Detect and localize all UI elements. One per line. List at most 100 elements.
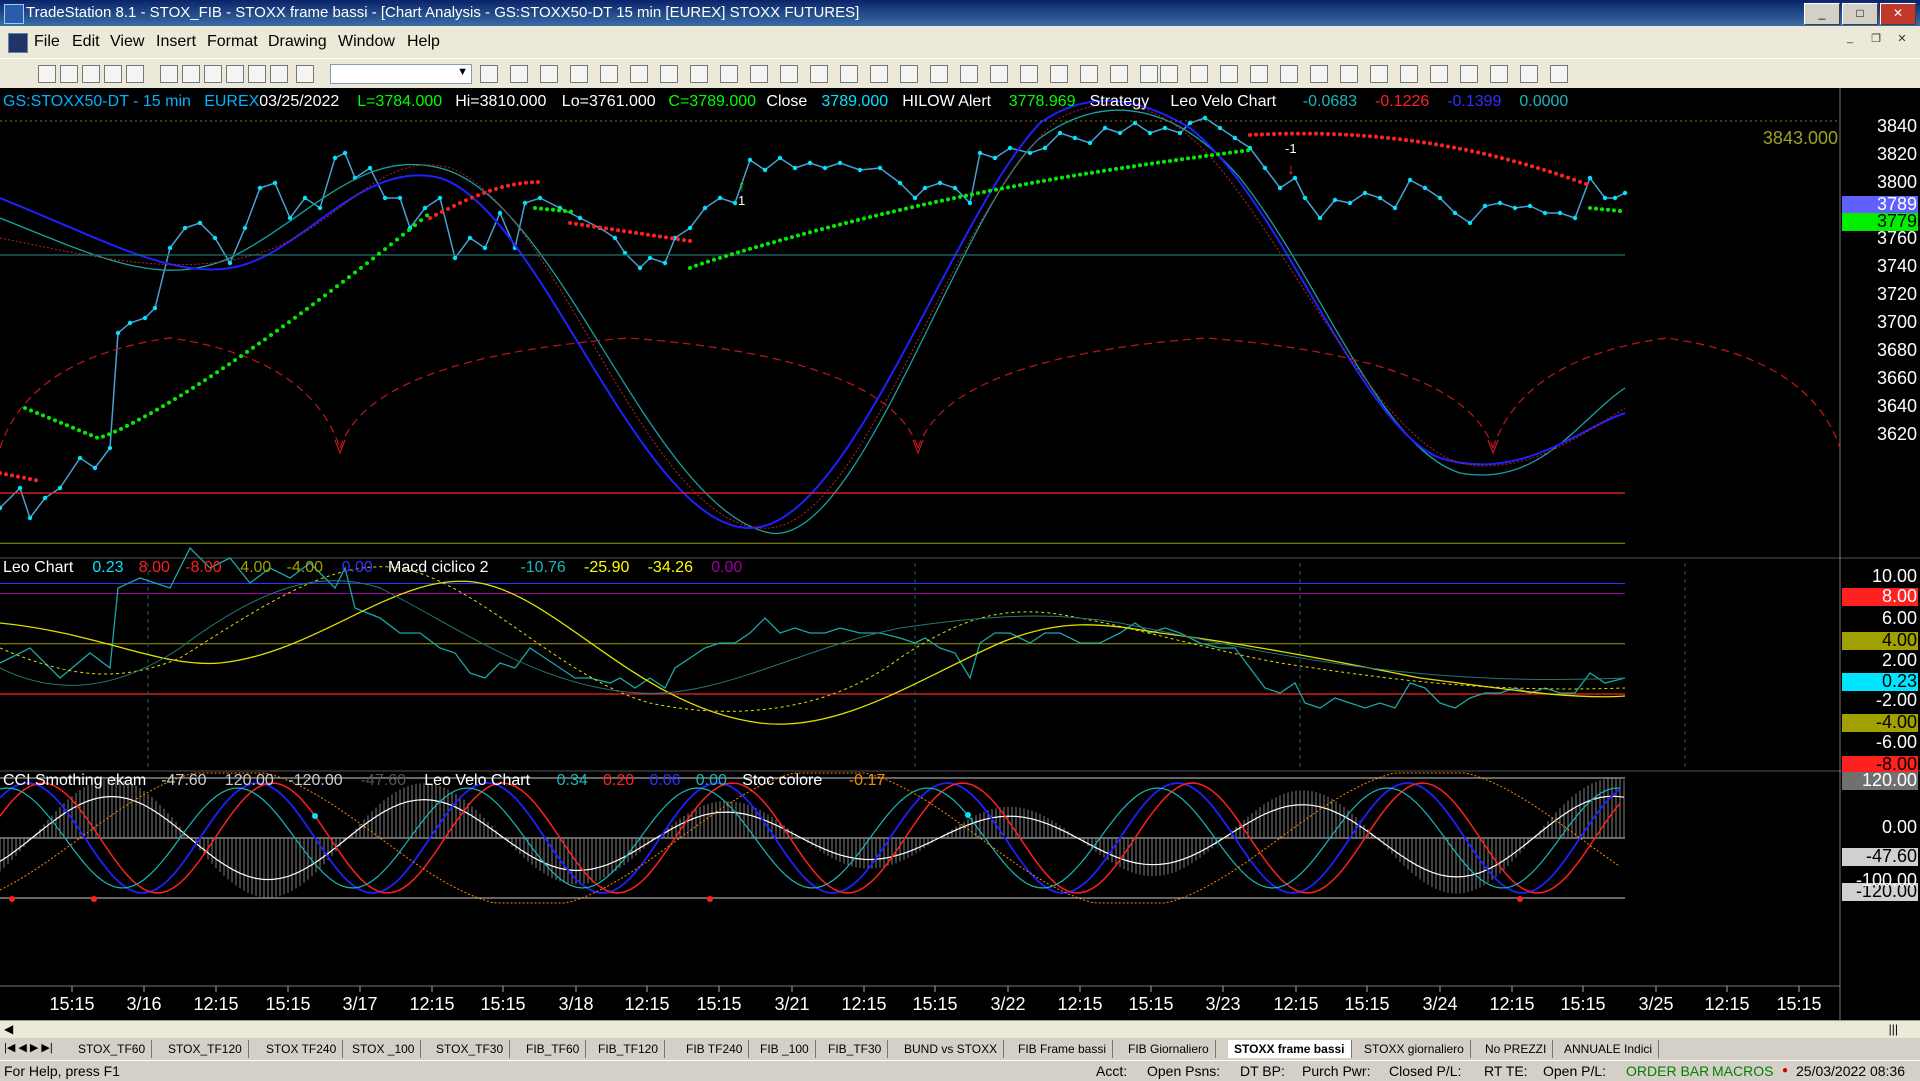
cycle-arc[interactable] [0, 337, 341, 449]
price-panel[interactable]: ↑1-1↓ [0, 99, 1841, 534]
minimize-button[interactable]: _ [1804, 3, 1840, 25]
tab-stoxx-frame-bassi[interactable]: STOXX frame bassi [1228, 1040, 1352, 1058]
tab-stox-100[interactable]: STOX _100 [346, 1040, 422, 1058]
mdi-restore-button[interactable]: ❐ [1866, 32, 1886, 50]
symbol-select[interactable]: ▼ [330, 64, 472, 84]
toolbar-button-icon[interactable] [1520, 65, 1538, 83]
document-icon[interactable] [8, 33, 28, 53]
tab-stoxx-giornaliero[interactable]: STOXX giornaliero [1358, 1040, 1471, 1058]
toolbar-button-icon[interactable] [1050, 65, 1068, 83]
toolbar-button-icon[interactable] [182, 65, 200, 83]
tab-fib-tf120[interactable]: FIB_TF120 [592, 1040, 666, 1058]
menu-window[interactable]: Window [338, 33, 395, 51]
macros-button[interactable]: MACROS [1712, 1061, 1773, 1081]
toolbar-button-icon[interactable] [630, 65, 648, 83]
toolbar-button-icon[interactable] [1220, 65, 1238, 83]
toolbar-button-icon[interactable] [1190, 65, 1208, 83]
toolbar-button-icon[interactable] [126, 65, 144, 83]
toolbar-button-icon[interactable] [1140, 65, 1158, 83]
toolbar-button-icon[interactable] [1460, 65, 1478, 83]
menu-file[interactable]: File [34, 33, 60, 51]
toolbar-button-icon[interactable] [540, 65, 558, 83]
macd-teal-line[interactable] [0, 580, 1626, 694]
menu-help[interactable]: Help [407, 33, 440, 51]
toolbar-button-icon[interactable] [160, 65, 178, 83]
toolbar-button-icon[interactable] [204, 65, 222, 83]
toolbar-button-icon[interactable] [990, 65, 1008, 83]
scroll-thumb[interactable]: ||| [1889, 1022, 1898, 1036]
horizontal-scrollbar[interactable]: ◀ ||| [0, 1020, 1920, 1039]
toolbar-button-icon[interactable] [720, 65, 738, 83]
menu-insert[interactable]: Insert [156, 33, 196, 51]
toolbar-button-icon[interactable] [82, 65, 100, 83]
menu-drawing[interactable]: Drawing [268, 33, 327, 51]
toolbar-button-icon[interactable] [510, 65, 528, 83]
tab-stox-tf120[interactable]: STOX_TF120 [162, 1040, 249, 1058]
toolbar-button-icon[interactable] [1550, 65, 1568, 83]
blue-ma-line[interactable] [0, 99, 1626, 530]
cci-panel[interactable] [0, 772, 1625, 904]
tab-nav-icon[interactable]: |◀ ◀ ▶ ▶| [4, 1041, 53, 1054]
toolbar-button-icon[interactable] [600, 65, 618, 83]
toolbar-button-icon[interactable] [1160, 65, 1178, 83]
tab-fib-giornaliero[interactable]: FIB Giornaliero [1122, 1040, 1216, 1058]
toolbar-button-icon[interactable] [1430, 65, 1448, 83]
toolbar-button-icon[interactable] [1020, 65, 1038, 83]
toolbar-button-icon[interactable] [38, 65, 56, 83]
toolbar-button-icon[interactable] [104, 65, 122, 83]
toolbar-button-icon[interactable] [480, 65, 498, 83]
toolbar-button-icon[interactable] [270, 65, 288, 83]
close-button[interactable]: ✕ [1880, 3, 1916, 25]
toolbar-button-icon[interactable] [1110, 65, 1128, 83]
toolbar-button-icon[interactable] [840, 65, 858, 83]
tab-fib-frame-bassi[interactable]: FIB Frame bassi [1012, 1040, 1114, 1058]
chart-svg[interactable]: ↑1-1↓ GS:STOXX50-DT - 15 min EUREX 03/25/2… [0, 88, 1920, 1020]
toolbar-button-icon[interactable] [810, 65, 828, 83]
toolbar-button-icon[interactable] [1340, 65, 1358, 83]
teal-ma-line[interactable] [0, 109, 1626, 534]
tab-annuale-indici[interactable]: ANNUALE Indici [1558, 1040, 1660, 1058]
tab-bund-vs-stoxx[interactable]: BUND vs STOXX [898, 1040, 1005, 1058]
toolbar-button-icon[interactable] [900, 65, 918, 83]
tab-fib-tf60[interactable]: FIB_TF60 [520, 1040, 587, 1058]
order-bar-button[interactable]: ORDER BAR [1626, 1061, 1709, 1081]
cycle-arc[interactable] [917, 337, 1494, 449]
toolbar-button-icon[interactable] [750, 65, 768, 83]
toolbar-button-icon[interactable] [248, 65, 266, 83]
mdi-minimize-button[interactable]: _ [1840, 32, 1860, 50]
menu-view[interactable]: View [110, 33, 144, 51]
toolbar-button-icon[interactable] [1280, 65, 1298, 83]
mdi-close-button[interactable]: ✕ [1892, 32, 1912, 50]
toolbar-button-icon[interactable] [1400, 65, 1418, 83]
toolbar-button-icon[interactable] [1490, 65, 1508, 83]
toolbar-button-icon[interactable] [780, 65, 798, 83]
toolbar-button-icon[interactable] [1310, 65, 1328, 83]
tab-stox-tf240[interactable]: STOX TF240 [260, 1040, 344, 1058]
chart-area[interactable]: ↑ 1 -1 ↓ GS:STOXX50-DT - 15 min EUREX 03/25/2… [0, 88, 1920, 1020]
menu-format[interactable]: Format [207, 33, 258, 51]
toolbar-button-icon[interactable] [570, 65, 588, 83]
toolbar-button-icon[interactable] [690, 65, 708, 83]
toolbar-button-icon[interactable] [660, 65, 678, 83]
scroll-left-icon[interactable]: ◀ [4, 1022, 13, 1036]
toolbar-button-icon[interactable] [296, 65, 314, 83]
tab-stox-tf60[interactable]: STOX_TF60 [72, 1040, 153, 1058]
tab-no-prezzi[interactable]: No PREZZI [1479, 1040, 1554, 1058]
sell-arrow-icon[interactable]: ↓ [1287, 161, 1295, 178]
tab-fib-tf30[interactable]: FIB_TF30 [822, 1040, 889, 1058]
toolbar-button-icon[interactable] [1080, 65, 1098, 83]
tab-stox-tf30[interactable]: STOX_TF30 [430, 1040, 511, 1058]
red-ma-line[interactable] [0, 103, 1626, 529]
maximize-button[interactable]: □ [1842, 3, 1878, 25]
menu-edit[interactable]: Edit [72, 33, 100, 51]
macd-signal-line[interactable] [0, 566, 1626, 712]
tab-fib-tf240[interactable]: FIB TF240 [680, 1040, 750, 1058]
tab-fib-100[interactable]: FIB _100 [754, 1040, 816, 1058]
price-line[interactable] [0, 117, 1626, 520]
leo-chart-panel[interactable] [0, 492, 1686, 768]
toolbar-button-icon[interactable] [960, 65, 978, 83]
toolbar-button-icon[interactable] [870, 65, 888, 83]
toolbar-button-icon[interactable] [226, 65, 244, 83]
toolbar-button-icon[interactable] [60, 65, 78, 83]
toolbar-button-icon[interactable] [930, 65, 948, 83]
